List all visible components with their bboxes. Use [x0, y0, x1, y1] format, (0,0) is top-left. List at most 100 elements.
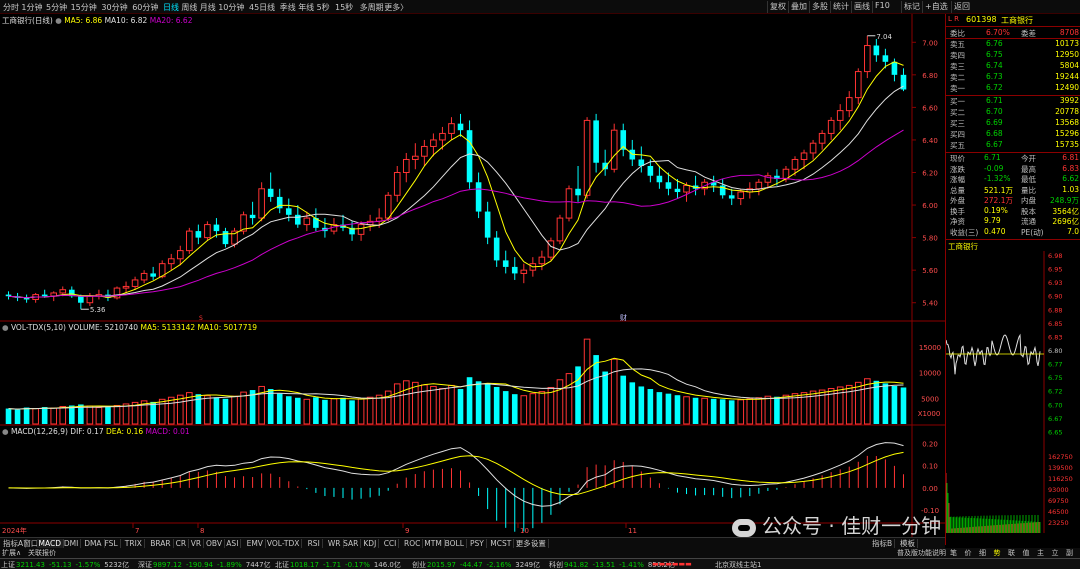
- indicator-tab[interactable]: DMA: [82, 539, 105, 548]
- indicator-tab[interactable]: BRAR: [148, 539, 174, 548]
- stat-value: 6.81: [1062, 153, 1079, 162]
- candle-up: [556, 217, 564, 242]
- mini-volume-tick: 69750: [1048, 497, 1069, 505]
- period-tab[interactable]: 15分钟: [71, 2, 97, 13]
- toolbar-button[interactable]: 叠加: [788, 1, 809, 13]
- indicator-tab[interactable]: 设置: [529, 539, 549, 548]
- period-tab[interactable]: 30分钟: [101, 2, 127, 13]
- toolbar-button[interactable]: 标记: [901, 1, 922, 13]
- mini-price-tick: 6.85: [1048, 320, 1062, 328]
- volume-bar: [620, 375, 627, 424]
- index-quote[interactable]: 上证3211.43 -51.13 -1.57% 5232亿: [1, 560, 129, 569]
- stat-row: 收益(三) 0.470 PE(动) 7.0: [946, 227, 1080, 237]
- sell-row[interactable]: 卖五 6.76 10173: [946, 39, 1080, 49]
- candle-down: [213, 224, 220, 232]
- sell-row[interactable]: 卖二 6.73 19244: [946, 72, 1080, 82]
- candle-up: [421, 145, 428, 157]
- toolbar-button[interactable]: 统计: [830, 1, 851, 13]
- indicator-tab[interactable]: SAR: [341, 539, 362, 548]
- indicator-tab[interactable]: RSI: [306, 539, 323, 548]
- indicator-tab[interactable]: OBV: [204, 539, 225, 548]
- indicator-tab[interactable]: EMV: [245, 539, 266, 548]
- toolbar-button[interactable]: 多股: [809, 1, 830, 13]
- stat-value: 6.83: [1062, 163, 1079, 173]
- panel-view-tab[interactable]: 势: [994, 548, 1001, 558]
- stock-name: 工商银行: [1001, 16, 1033, 25]
- sell-row[interactable]: 卖一 6.72 12490: [946, 83, 1080, 93]
- buy-row[interactable]: 买四 6.68 15296: [946, 129, 1080, 139]
- volume-ma10: MA10: 5017719: [197, 323, 258, 332]
- period-tab[interactable]: 5秒: [317, 2, 330, 13]
- panel-view-tab[interactable]: 副: [1066, 548, 1073, 558]
- indicator-tab[interactable]: ASI: [224, 539, 242, 548]
- macd-tick-label: 0.10: [922, 463, 938, 471]
- period-tab[interactable]: 15秒: [335, 2, 353, 13]
- period-tab[interactable]: 月线: [200, 2, 216, 13]
- toolbar-button[interactable]: 画线: [851, 1, 872, 13]
- index-quote[interactable]: 深证9897.12 -190.94 -1.89% 7447亿: [138, 560, 271, 569]
- candle-up: [439, 132, 446, 141]
- period-tab[interactable]: 季线: [280, 2, 296, 13]
- related-quote-button[interactable]: 关联报价: [28, 548, 56, 558]
- indicator-tab[interactable]: ROC: [402, 539, 424, 548]
- period-tab[interactable]: 1分钟: [21, 2, 42, 13]
- indicator-tab[interactable]: TRIX: [123, 539, 145, 548]
- sell-row[interactable]: 卖三 6.74 5804: [946, 61, 1080, 71]
- period-tab[interactable]: 更多〉: [384, 2, 408, 13]
- panel-view-tab[interactable]: 主: [1037, 548, 1044, 558]
- period-tab[interactable]: 60分钟: [132, 2, 158, 13]
- indicator-tab[interactable]: PSY: [468, 539, 487, 548]
- period-tab[interactable]: 5分钟: [46, 2, 67, 13]
- indicator-b-tab[interactable]: 指标B: [870, 539, 896, 548]
- period-tab[interactable]: 周线: [181, 2, 197, 13]
- chart-area[interactable]: 7.00 6.80 6.60 6.40 6.20 6.00 5.80 5.60 5.40 7.04…: [0, 14, 945, 537]
- buy-row[interactable]: 买五 6.67 15735: [946, 140, 1080, 150]
- toolbar-button[interactable]: 复权: [767, 1, 788, 13]
- volume-bar: [32, 408, 39, 425]
- toolbar-button[interactable]: F10: [872, 1, 892, 13]
- panel-view-tab[interactable]: 价: [965, 548, 972, 558]
- feature-help-link[interactable]: 普及版功能说明: [897, 548, 946, 558]
- buy-row[interactable]: 买一 6.71 3992: [946, 96, 1080, 106]
- indicator-tab[interactable]: FSL: [103, 539, 121, 548]
- indicator-tab[interactable]: MTM: [422, 539, 445, 548]
- indicator-tab[interactable]: KDJ: [361, 539, 380, 548]
- buy-row[interactable]: 买二 6.70 20778: [946, 107, 1080, 117]
- candle-up: [204, 224, 211, 239]
- panel-view-tab[interactable]: 笔: [950, 548, 957, 558]
- index-quote[interactable]: 创业2015.97 -44.47 -2.16% 3249亿: [412, 560, 540, 569]
- price-tick-label: 6.60: [922, 104, 938, 112]
- indicator-tab[interactable]: CCI: [382, 539, 400, 548]
- period-tab[interactable]: 分时: [3, 2, 19, 13]
- toolbar-button[interactable]: 返回: [951, 1, 972, 13]
- s-marker: S: [199, 315, 203, 322]
- panel-view-tab[interactable]: 联: [1008, 548, 1015, 558]
- candle-up: [791, 158, 799, 170]
- indicator-tab[interactable]: BOLL: [443, 539, 467, 548]
- indicator-tab[interactable]: VR: [189, 539, 205, 548]
- panel-view-tab[interactable]: 值: [1023, 548, 1030, 558]
- expand-button[interactable]: 扩展∧: [2, 548, 21, 558]
- panel-view-tab[interactable]: 细: [979, 548, 986, 558]
- indicator-tab[interactable]: VOL-TDX: [265, 539, 303, 548]
- buy-row[interactable]: 买三 6.69 13568: [946, 118, 1080, 128]
- period-tab[interactable]: 10分钟: [218, 2, 244, 13]
- stat-value: 1.03: [1062, 184, 1079, 194]
- candle-down: [502, 260, 509, 267]
- indicator-tab[interactable]: MACD: [36, 539, 64, 548]
- server-name[interactable]: 北京双线主站1: [715, 560, 761, 569]
- panel-view-tab[interactable]: 立: [1052, 548, 1059, 558]
- indicator-tab[interactable]: MCST: [488, 539, 515, 548]
- period-tab[interactable]: 年线: [298, 2, 314, 13]
- sell-row[interactable]: 卖四 6.75 12950: [946, 50, 1080, 60]
- indicator-tab[interactable]: CR: [174, 539, 190, 548]
- index-quote[interactable]: 北证1018.17 -1.71 -0.17% 146.0亿: [275, 560, 401, 569]
- period-tab[interactable]: 45日线: [249, 2, 275, 13]
- period-tab[interactable]: 日线: [163, 2, 179, 13]
- indicator-tab[interactable]: DMI: [62, 539, 82, 548]
- template-tab[interactable]: 模板: [898, 539, 918, 548]
- period-tab[interactable]: 多周期: [360, 2, 384, 13]
- index-amount: 3249亿: [515, 561, 541, 569]
- toolbar-button[interactable]: +自选: [922, 1, 950, 13]
- mini-intraday-chart[interactable]: 6.98 6.95 6.93 6.90 6.88 6.85 6.83 6.80 6.77 6.75…: [946, 251, 1080, 543]
